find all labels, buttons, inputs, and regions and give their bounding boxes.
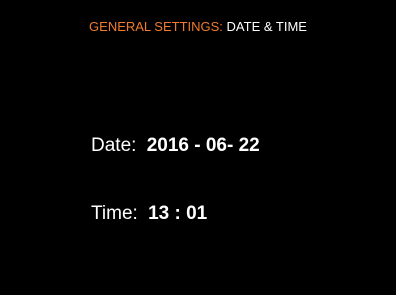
settings-page-title: DATE & TIME [226, 19, 307, 34]
time-label: Time: [91, 203, 138, 224]
time-value[interactable]: 13 : 01 [148, 203, 207, 224]
date-row[interactable]: Date: 2016 - 06- 22 [91, 135, 260, 157]
time-row[interactable]: Time: 13 : 01 [91, 203, 207, 225]
date-time-settings-screen: GENERAL SETTINGS: DATE & TIME Date: 2016… [0, 0, 396, 295]
date-value[interactable]: 2016 - 06- 22 [147, 135, 260, 156]
screen-header: GENERAL SETTINGS: DATE & TIME [0, 19, 396, 34]
date-label: Date: [91, 135, 137, 156]
settings-section-title: GENERAL SETTINGS: [89, 19, 223, 34]
